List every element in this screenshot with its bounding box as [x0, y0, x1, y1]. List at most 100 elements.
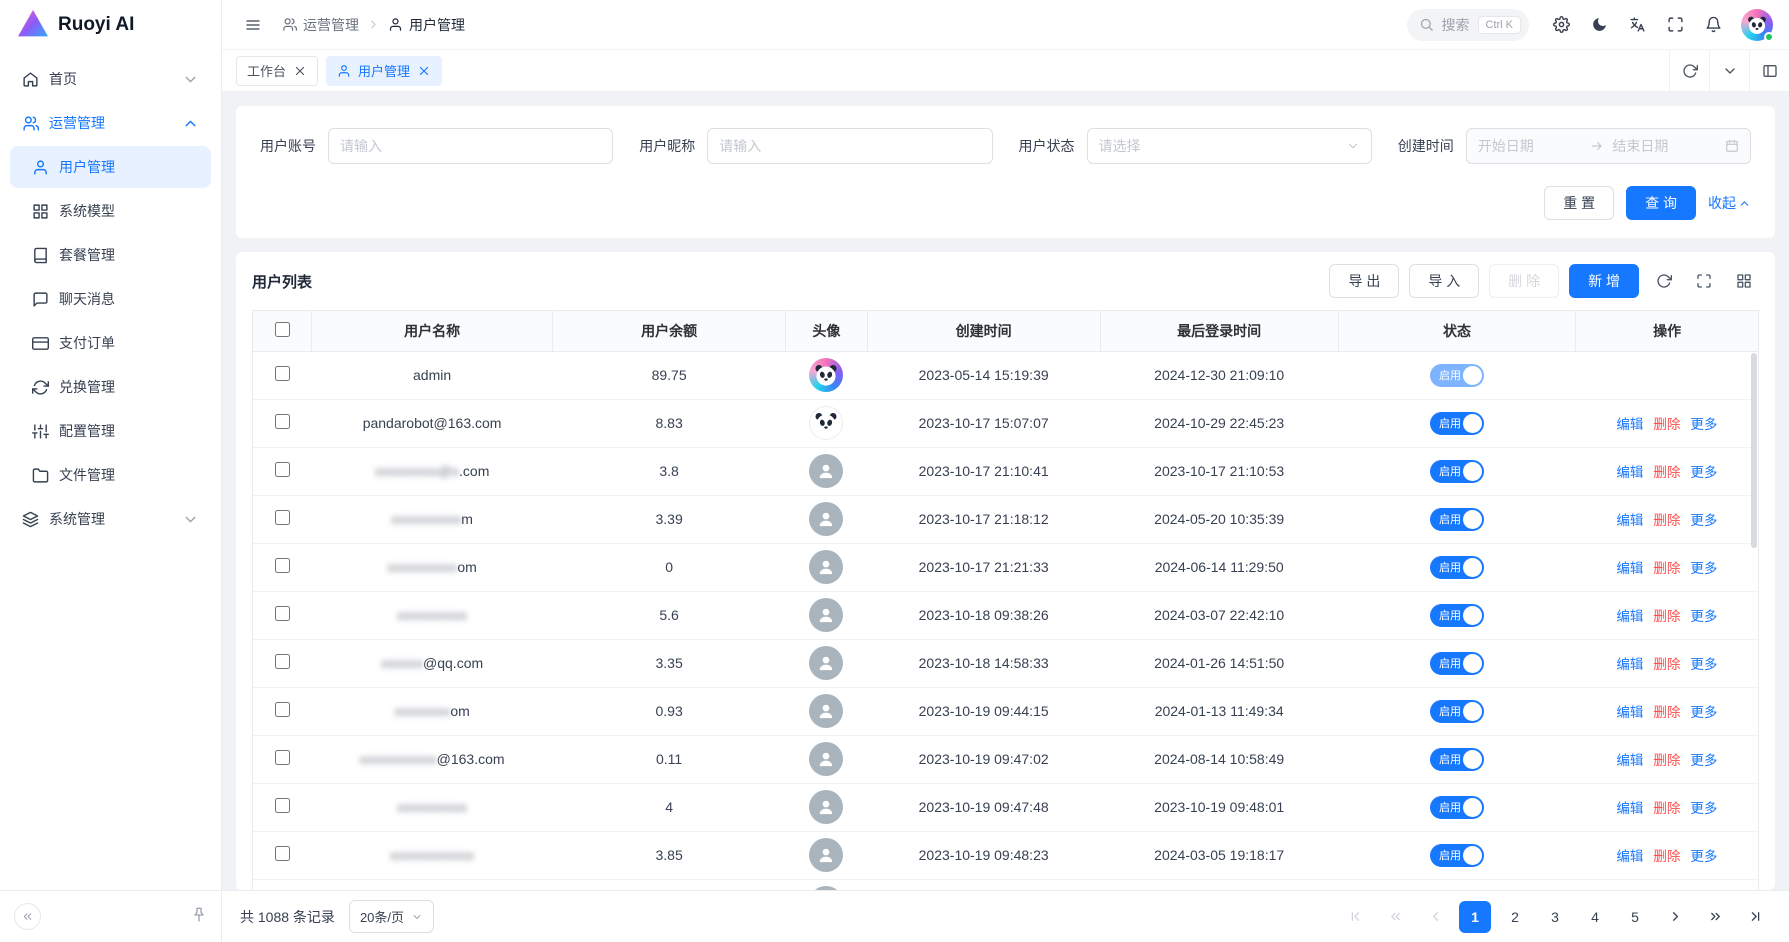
delete-button[interactable]: 删 除 — [1489, 264, 1559, 298]
prev-page-button[interactable] — [1419, 901, 1451, 933]
menu-toggle-button[interactable] — [238, 10, 268, 40]
page-button-5[interactable]: 5 — [1619, 901, 1651, 933]
row-checkbox[interactable] — [275, 702, 290, 717]
more-link[interactable]: 更多 — [1690, 561, 1717, 576]
edit-link[interactable]: 编辑 — [1616, 417, 1643, 432]
language-button[interactable] — [1621, 9, 1653, 41]
status-toggle[interactable]: 启用 — [1430, 364, 1484, 387]
delete-link[interactable]: 删除 — [1653, 657, 1680, 672]
sidebar-item-system[interactable]: 系统管理 — [10, 498, 211, 540]
sidebar-item-operations[interactable]: 运营管理 — [10, 102, 211, 144]
first-page-button[interactable] — [1339, 901, 1371, 933]
status-toggle[interactable]: 启用 — [1430, 604, 1484, 627]
breadcrumb-item[interactable]: 运营管理 — [282, 15, 359, 35]
last-page-button[interactable] — [1739, 901, 1771, 933]
refresh-list-button[interactable] — [1649, 266, 1679, 296]
add-button[interactable]: 新 增 — [1569, 264, 1639, 298]
sidebar-collapse-button[interactable] — [14, 903, 41, 930]
row-checkbox[interactable] — [275, 750, 290, 765]
more-link[interactable]: 更多 — [1690, 849, 1717, 864]
import-button[interactable]: 导 入 — [1409, 264, 1479, 298]
delete-link[interactable]: 删除 — [1653, 849, 1680, 864]
edit-link[interactable]: 编辑 — [1616, 849, 1643, 864]
sidebar-item-chat-messages[interactable]: 聊天消息 — [10, 278, 211, 320]
more-link[interactable]: 更多 — [1690, 465, 1717, 480]
close-icon[interactable] — [293, 64, 307, 78]
row-checkbox[interactable] — [275, 414, 290, 429]
edit-link[interactable]: 编辑 — [1616, 801, 1643, 816]
sidebar-item-user-management[interactable]: 用户管理 — [10, 146, 211, 188]
status-toggle[interactable]: 启用 — [1430, 844, 1484, 867]
more-link[interactable]: 更多 — [1690, 417, 1717, 432]
edit-link[interactable]: 编辑 — [1616, 513, 1643, 528]
status-toggle[interactable]: 启用 — [1430, 700, 1484, 723]
global-search[interactable]: 搜索 Ctrl K — [1407, 9, 1530, 41]
sidebar-item-file-management[interactable]: 文件管理 — [10, 454, 211, 496]
sidebar-item-payment-orders[interactable]: 支付订单 — [10, 322, 211, 364]
fullscreen-table-button[interactable] — [1689, 266, 1719, 296]
more-link[interactable]: 更多 — [1690, 609, 1717, 624]
row-checkbox[interactable] — [275, 558, 290, 573]
sidebar-item-redeem-management[interactable]: 兑换管理 — [10, 366, 211, 408]
delete-link[interactable]: 删除 — [1653, 417, 1680, 432]
more-link[interactable]: 更多 — [1690, 705, 1717, 720]
delete-link[interactable]: 删除 — [1653, 513, 1680, 528]
more-link[interactable]: 更多 — [1690, 513, 1717, 528]
row-checkbox[interactable] — [275, 798, 290, 813]
reset-button[interactable]: 重 置 — [1544, 186, 1614, 220]
account-input[interactable] — [328, 128, 613, 164]
query-button[interactable]: 查 询 — [1626, 186, 1696, 220]
layout-toggle-button[interactable] — [1749, 50, 1789, 91]
export-button[interactable]: 导 出 — [1329, 264, 1399, 298]
sidebar-item-package-management[interactable]: 套餐管理 — [10, 234, 211, 276]
prev-5-pages-button[interactable] — [1379, 901, 1411, 933]
select-all-checkbox[interactable] — [275, 322, 290, 337]
edit-link[interactable]: 编辑 — [1616, 465, 1643, 480]
collapse-filter-link[interactable]: 收起 — [1708, 193, 1751, 213]
delete-link[interactable]: 删除 — [1653, 801, 1680, 816]
sidebar-item-home[interactable]: 首页 — [10, 58, 211, 100]
edit-link[interactable]: 编辑 — [1616, 657, 1643, 672]
tab-workbench[interactable]: 工作台 — [236, 56, 318, 86]
nickname-input[interactable] — [707, 128, 992, 164]
page-size-select[interactable]: 20条/页 — [349, 900, 434, 933]
tab-user-management[interactable]: 用户管理 — [326, 56, 442, 86]
created-date-range[interactable]: 开始日期 结束日期 — [1466, 128, 1751, 164]
more-link[interactable]: 更多 — [1690, 801, 1717, 816]
dark-mode-button[interactable] — [1583, 9, 1615, 41]
next-5-pages-button[interactable] — [1699, 901, 1731, 933]
sidebar-item-system-models[interactable]: 系统模型 — [10, 190, 211, 232]
delete-link[interactable]: 删除 — [1653, 465, 1680, 480]
status-toggle[interactable]: 启用 — [1430, 556, 1484, 579]
user-avatar[interactable] — [1741, 9, 1773, 41]
status-toggle[interactable]: 启用 — [1430, 508, 1484, 531]
row-checkbox[interactable] — [275, 846, 290, 861]
delete-link[interactable]: 删除 — [1653, 753, 1680, 768]
edit-link[interactable]: 编辑 — [1616, 609, 1643, 624]
row-checkbox[interactable] — [275, 366, 290, 381]
status-toggle[interactable]: 启用 — [1430, 412, 1484, 435]
status-toggle[interactable]: 启用 — [1430, 748, 1484, 771]
delete-link[interactable]: 删除 — [1653, 561, 1680, 576]
delete-link[interactable]: 删除 — [1653, 609, 1680, 624]
edit-link[interactable]: 编辑 — [1616, 753, 1643, 768]
page-button-3[interactable]: 3 — [1539, 901, 1571, 933]
close-icon[interactable] — [417, 64, 431, 78]
status-toggle[interactable]: 启用 — [1430, 796, 1484, 819]
delete-link[interactable]: 删除 — [1653, 705, 1680, 720]
row-checkbox[interactable] — [275, 462, 290, 477]
settings-button[interactable] — [1545, 9, 1577, 41]
refresh-tab-button[interactable] — [1669, 50, 1709, 91]
edit-link[interactable]: 编辑 — [1616, 561, 1643, 576]
status-toggle[interactable]: 启用 — [1430, 652, 1484, 675]
page-button-4[interactable]: 4 — [1579, 901, 1611, 933]
status-select[interactable]: 请选择 — [1087, 128, 1372, 164]
row-checkbox[interactable] — [275, 606, 290, 621]
fullscreen-button[interactable] — [1659, 9, 1691, 41]
table-scrollbar[interactable] — [1751, 353, 1757, 548]
row-checkbox[interactable] — [275, 510, 290, 525]
sidebar-item-config-management[interactable]: 配置管理 — [10, 410, 211, 452]
pin-sidebar-button[interactable] — [191, 907, 207, 926]
row-checkbox[interactable] — [275, 654, 290, 669]
notifications-button[interactable] — [1697, 9, 1729, 41]
